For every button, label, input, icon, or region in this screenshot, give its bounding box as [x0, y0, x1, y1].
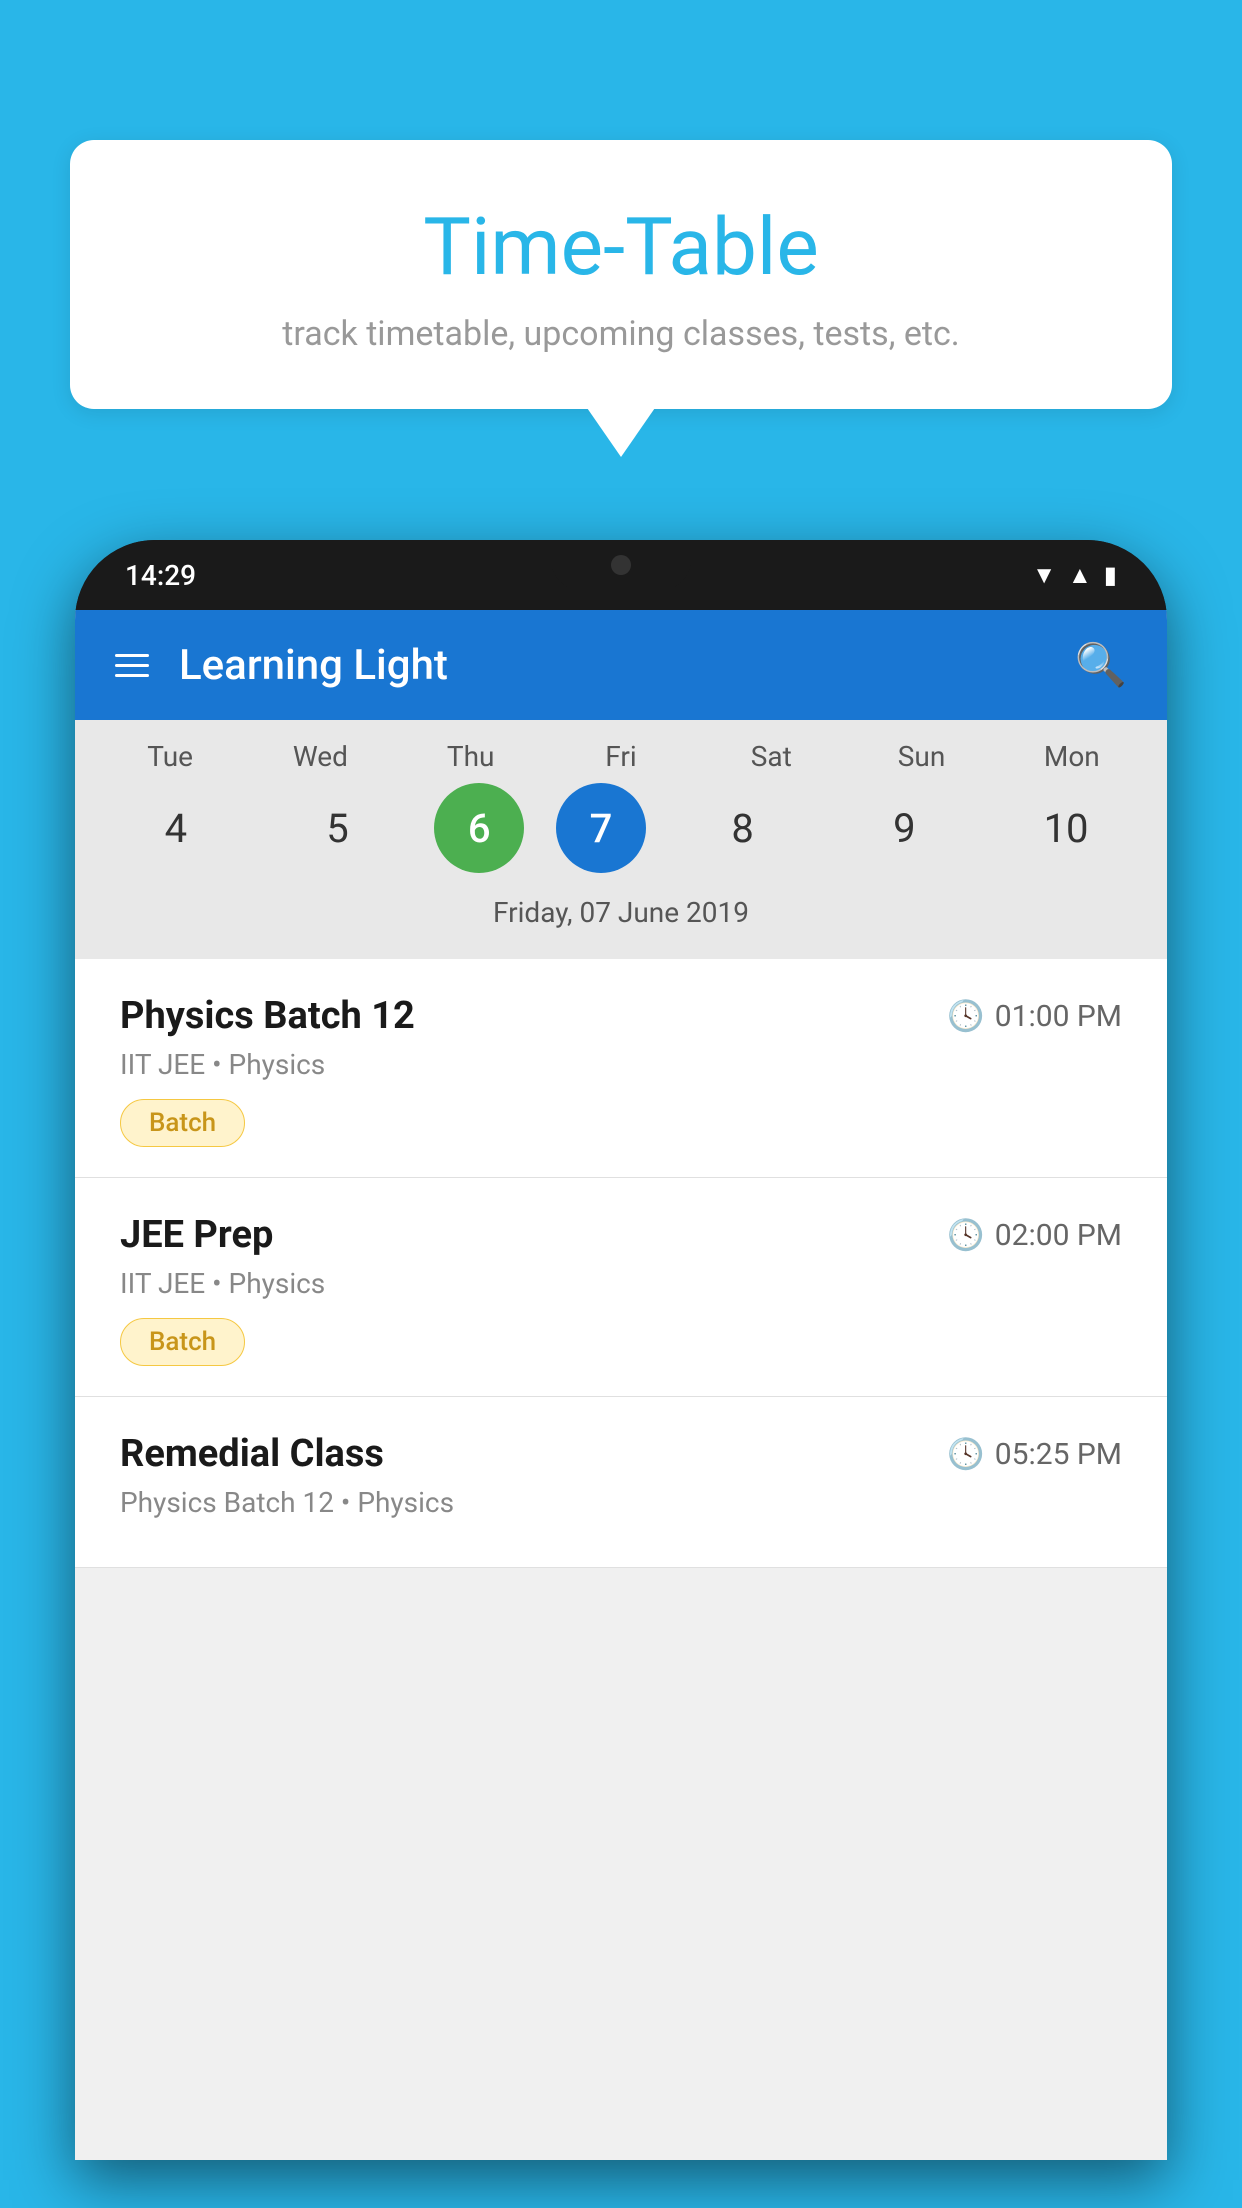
phone-notch — [551, 540, 691, 590]
bubble-title: Time-Table — [120, 200, 1122, 294]
class-item-1-header: Physics Batch 12 🕓 01:00 PM — [120, 994, 1122, 1038]
day-label-fri: Fri — [556, 740, 686, 773]
class-item-3-header: Remedial Class 🕓 05:25 PM — [120, 1432, 1122, 1476]
day-label-sat: Sat — [706, 740, 836, 773]
speech-bubble: Time-Table track timetable, upcoming cla… — [70, 140, 1172, 409]
day-label-tue: Tue — [105, 740, 235, 773]
day-headers: Tue Wed Thu Fri Sat Sun Mon — [75, 740, 1167, 783]
status-bar: 14:29 ▼ ▲ ▮ — [75, 540, 1167, 610]
day-10[interactable]: 10 — [1001, 783, 1131, 873]
clock-icon-2: 🕓 — [947, 1218, 984, 1253]
class-meta-1: IIT JEE • Physics — [120, 1048, 1122, 1081]
app-header: Learning Light 🔍 — [75, 610, 1167, 720]
day-numbers: 4 5 6 7 8 9 10 — [75, 783, 1167, 888]
class-meta-2: IIT JEE • Physics — [120, 1267, 1122, 1300]
class-name-1: Physics Batch 12 — [120, 994, 415, 1038]
class-item-2-header: JEE Prep 🕓 02:00 PM — [120, 1213, 1122, 1257]
phone-wrapper: 14:29 ▼ ▲ ▮ Learning Light 🔍 — [75, 540, 1167, 2208]
class-name-3: Remedial Class — [120, 1432, 384, 1476]
app-screen: Learning Light 🔍 Tue Wed Thu Fri Sat Sun… — [75, 610, 1167, 2160]
class-time-2: 🕓 02:00 PM — [947, 1218, 1122, 1253]
class-item-1[interactable]: Physics Batch 12 🕓 01:00 PM IIT JEE • Ph… — [75, 959, 1167, 1178]
class-list: Physics Batch 12 🕓 01:00 PM IIT JEE • Ph… — [75, 959, 1167, 1568]
day-8[interactable]: 8 — [678, 783, 808, 873]
class-name-2: JEE Prep — [120, 1213, 273, 1257]
clock-icon-3: 🕓 — [947, 1437, 984, 1472]
selected-date-label: Friday, 07 June 2019 — [75, 888, 1167, 949]
battery-icon: ▮ — [1104, 561, 1117, 589]
class-time-3: 🕓 05:25 PM — [947, 1437, 1122, 1472]
calendar-strip: Tue Wed Thu Fri Sat Sun Mon 4 5 6 7 8 9 … — [75, 720, 1167, 959]
wifi-icon: ▼ — [1032, 561, 1056, 590]
class-item-2[interactable]: JEE Prep 🕓 02:00 PM IIT JEE • Physics Ba… — [75, 1178, 1167, 1397]
day-label-sun: Sun — [857, 740, 987, 773]
day-label-wed: Wed — [255, 740, 385, 773]
app-title: Learning Light — [179, 641, 1075, 690]
status-icons: ▼ ▲ ▮ — [1032, 561, 1117, 590]
class-item-3[interactable]: Remedial Class 🕓 05:25 PM Physics Batch … — [75, 1397, 1167, 1568]
day-7-selected[interactable]: 7 — [556, 783, 646, 873]
batch-badge-2: Batch — [120, 1318, 245, 1366]
day-4[interactable]: 4 — [111, 783, 241, 873]
class-meta-3: Physics Batch 12 • Physics — [120, 1486, 1122, 1519]
speech-bubble-container: Time-Table track timetable, upcoming cla… — [70, 140, 1172, 409]
batch-badge-1: Batch — [120, 1099, 245, 1147]
signal-icon: ▲ — [1068, 561, 1092, 590]
search-icon[interactable]: 🔍 — [1075, 641, 1127, 690]
day-label-thu: Thu — [406, 740, 536, 773]
menu-button[interactable] — [115, 654, 149, 677]
phone-frame: 14:29 ▼ ▲ ▮ Learning Light 🔍 — [75, 540, 1167, 2160]
status-time: 14:29 — [125, 559, 196, 592]
day-label-mon: Mon — [1007, 740, 1137, 773]
day-6-today[interactable]: 6 — [434, 783, 524, 873]
bubble-subtitle: track timetable, upcoming classes, tests… — [120, 314, 1122, 354]
camera — [611, 555, 631, 575]
class-time-1: 🕓 01:00 PM — [947, 999, 1122, 1034]
clock-icon-1: 🕓 — [947, 999, 984, 1034]
day-5[interactable]: 5 — [273, 783, 403, 873]
day-9[interactable]: 9 — [839, 783, 969, 873]
